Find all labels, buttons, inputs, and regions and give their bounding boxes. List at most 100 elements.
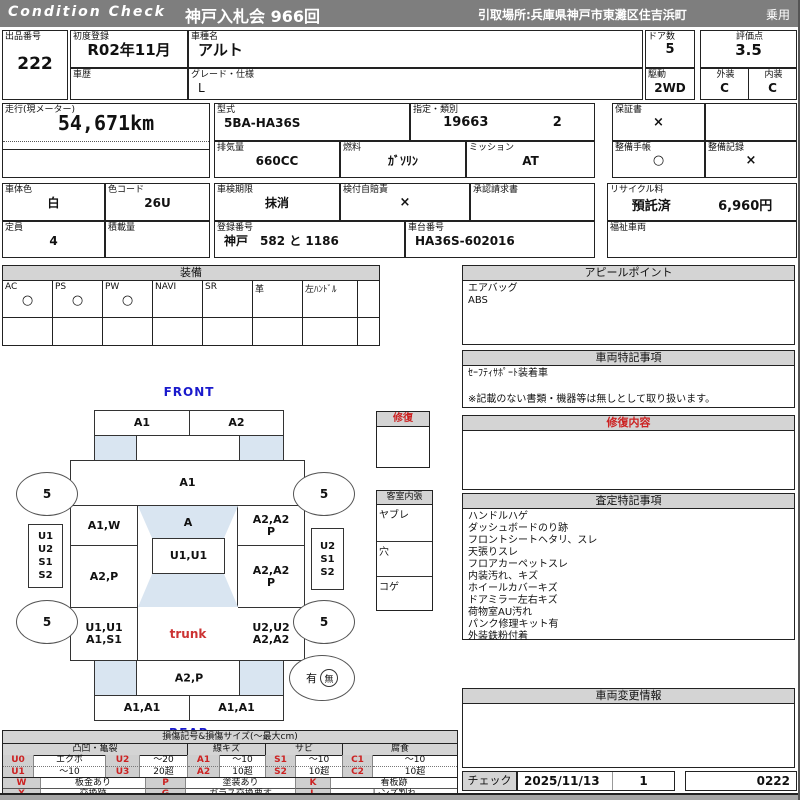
field-drive: 駆動 2WD bbox=[645, 68, 695, 100]
trunk-cell: trunk bbox=[138, 607, 238, 661]
field-model-name: 車種名 アルト bbox=[188, 30, 643, 68]
left-rear-panel: A2,P bbox=[70, 545, 138, 608]
field-warranty-book: 保証書 × bbox=[612, 103, 705, 141]
field-displacement: 排気量 660CC bbox=[214, 141, 340, 178]
pickup-location: 引取場所:兵庫県神戸市東灘区住吉浜町 bbox=[478, 8, 687, 22]
windshield: A bbox=[138, 506, 238, 538]
field-score: 評価点 3.5 bbox=[700, 30, 797, 68]
color-code-value: 26U bbox=[144, 196, 171, 210]
check-number: 0222 bbox=[756, 774, 790, 788]
hood-panel: A1 bbox=[70, 460, 305, 506]
check-date: 2025/11/13 bbox=[524, 774, 600, 788]
cabin-row-hole: 穴 bbox=[377, 541, 432, 576]
designation-value: 19663 bbox=[443, 115, 489, 130]
check-label: チェック bbox=[462, 771, 517, 791]
recycle-amount: 6,960円 bbox=[718, 199, 773, 214]
roof-panel: U1,U1 bbox=[152, 538, 225, 574]
assessment-notes-content: ハンドルハゲ ダッシュボードのり跡 フロントシートヘタリ、スレ 天張りスレ フロ… bbox=[468, 511, 598, 642]
field-doors: ドア数 5 bbox=[645, 30, 695, 68]
equipment-col-lhd: 左ﾊﾝﾄﾞﾙ bbox=[303, 281, 358, 317]
field-body-color: 車体色 白 bbox=[2, 183, 105, 221]
field-exterior-grade: 外装 C bbox=[700, 68, 749, 100]
doors-value: 5 bbox=[665, 42, 675, 57]
repair-detail-title: 修復内容 bbox=[463, 416, 794, 431]
spare-tire-mark: 有 無 bbox=[289, 655, 355, 701]
spare-absent-circled: 無 bbox=[320, 669, 338, 687]
field-insurance: 検付自賠責 × bbox=[340, 183, 470, 221]
check-count: 1 bbox=[612, 772, 674, 790]
body-color-value: 白 bbox=[47, 196, 60, 210]
maintenance-record-value: × bbox=[745, 153, 757, 168]
field-inspection-expiry: 車検期限 抹消 bbox=[214, 183, 340, 221]
damage-legend-table: 損傷記号&損傷サイズ(〜最大cm) 凸凹・亀裂 線キズ サビ 腐食 U0 エクボ … bbox=[2, 730, 458, 778]
vehicle-notes-footnote: ※記載のない書類・機器等は無しとして取り扱います。 bbox=[468, 394, 716, 405]
rear-window bbox=[138, 574, 238, 607]
field-blank bbox=[705, 103, 797, 141]
vehicle-usage: 乗用 bbox=[765, 8, 790, 22]
change-info-panel: 車両変更情報 bbox=[462, 688, 795, 768]
equipment-col-ps: PS ○ bbox=[53, 281, 103, 317]
field-capacity: 定員 4 bbox=[2, 221, 105, 258]
warranty-value: × bbox=[653, 115, 664, 130]
change-info-title: 車両変更情報 bbox=[463, 689, 794, 704]
equipment-col-sr: SR bbox=[203, 281, 253, 317]
rear-bumper-left: A1,A1 bbox=[94, 695, 190, 721]
right-rear-panel: A2,A2 P bbox=[237, 545, 305, 608]
cabin-lining-box: 客室内張 ヤブレ 穴 コゲ bbox=[376, 490, 433, 611]
damage-legend-title: 損傷記号&損傷サイズ(〜最大cm) bbox=[3, 731, 457, 744]
field-model-code: 型式 5BA-HA36S bbox=[214, 103, 410, 141]
field-maintenance-record: 整備記録 × bbox=[705, 141, 797, 178]
rear-cowl-strip: A2,P bbox=[94, 660, 284, 696]
field-transmission: ミッション AT bbox=[466, 141, 595, 178]
divider bbox=[3, 141, 209, 142]
field-grade: グレード・仕様 L bbox=[188, 68, 643, 100]
interior-grade-value: C bbox=[768, 81, 777, 95]
repair-flag-title: 修復 bbox=[377, 412, 429, 427]
vehicle-notes-content: ｾｰﾌﾃｨｻﾎﾟｰﾄ装着車 bbox=[468, 368, 548, 379]
repair-flag-box: 修復 bbox=[376, 411, 430, 468]
front-label: FRONT bbox=[163, 385, 215, 399]
field-load-capacity: 積載量 bbox=[105, 221, 210, 258]
header-bar: Condition Check 神戸入札会 966回 引取場所:兵庫県神戸市東灘… bbox=[0, 0, 798, 27]
vehicle-notes-panel: 車両特記事項 ｾｰﾌﾃｨｻﾎﾟｰﾄ装着車 ※記載のない書類・機器等は無しとして取… bbox=[462, 350, 795, 408]
rear-bumper-right: A1,A1 bbox=[189, 695, 284, 721]
field-welfare-vehicle: 福祉車両 bbox=[607, 221, 797, 258]
right-side-codes: U2 S1 S2 bbox=[311, 528, 344, 590]
field-maintenance-book: 整備手帳 ○ bbox=[612, 141, 705, 178]
wheel-rear-left: 5 bbox=[16, 600, 78, 644]
legend-row-1: U0 エクボ U2 〜20 A1 〜10 S1 〜10 C1 〜10 bbox=[3, 755, 457, 766]
bottom-edge-strip bbox=[0, 793, 798, 800]
first-registration-value: R02年11月 bbox=[87, 41, 171, 59]
equipment-col-ac: AC ○ bbox=[3, 281, 53, 317]
check-number-box: 0222 bbox=[685, 771, 797, 791]
exterior-grade-value: C bbox=[720, 81, 729, 95]
chassis-number-value: HA36S-602016 bbox=[415, 234, 515, 248]
lot-number-value: 222 bbox=[17, 54, 53, 74]
left-quarter-panel: U1,U1 A1,S1 bbox=[70, 607, 138, 661]
equipment-col-navi: NAVI bbox=[153, 281, 203, 317]
wheel-front-left: 5 bbox=[16, 472, 78, 516]
appeal-points-panel: アピールポイント エアバッグ ABS bbox=[462, 265, 795, 345]
appeal-points-title: アピールポイント bbox=[463, 266, 794, 281]
cabin-row-tear: ヤブレ bbox=[379, 510, 409, 521]
repair-detail-panel: 修復内容 bbox=[462, 415, 795, 490]
wheel-front-right: 5 bbox=[293, 472, 355, 516]
legend-row-2: U1 〜10 U3 20超 A2 10超 S2 10超 C2 10超 bbox=[3, 766, 457, 778]
left-side-codes: U1 U2 S1 S2 bbox=[28, 524, 63, 588]
field-recycle-fee: リサイクル料 預託済 6,960円 bbox=[607, 183, 797, 221]
model-code-value: 5BA-HA36S bbox=[224, 116, 301, 130]
score-value: 3.5 bbox=[735, 41, 762, 59]
assessment-notes-title: 査定特記事項 bbox=[463, 494, 794, 509]
grade-value: L bbox=[198, 81, 205, 95]
capacity-value: 4 bbox=[49, 234, 58, 248]
class-value: 2 bbox=[552, 115, 562, 130]
drive-value: 2WD bbox=[654, 81, 686, 95]
field-lot-number: 出品番号 222 bbox=[2, 30, 68, 100]
left-front-panel: A1,W bbox=[70, 505, 138, 546]
front-glass-corner-left bbox=[95, 436, 137, 460]
field-color-code: 色コード 26U bbox=[105, 183, 210, 221]
auction-title: 神戸入札会 966回 bbox=[185, 7, 320, 26]
tailgate-panel: A2,P bbox=[174, 671, 204, 685]
field-fuel: 燃料 ｶﾞｿﾘﾝ bbox=[340, 141, 466, 178]
equipment-col-pw: PW ○ bbox=[103, 281, 153, 317]
